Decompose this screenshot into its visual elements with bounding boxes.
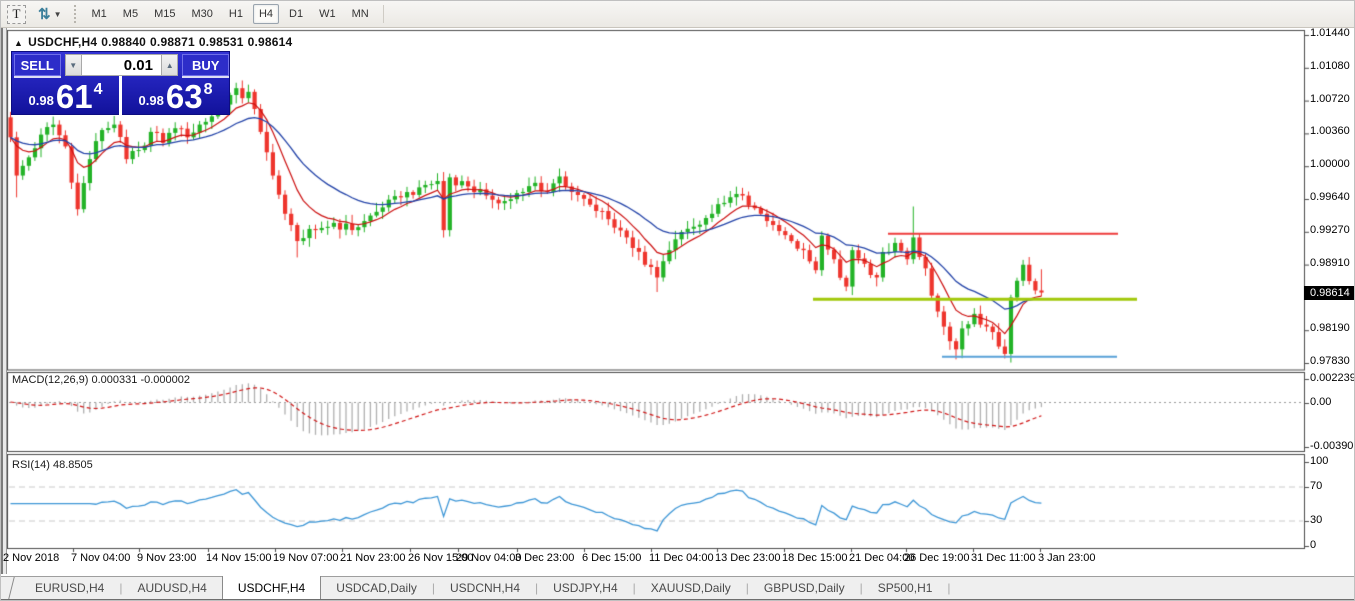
chart-tab-eurusd[interactable]: EURUSD,H4 xyxy=(20,577,119,599)
sell-price-pips: 61 xyxy=(56,80,93,113)
timeframe-bar: M1M5M15M30H1H4D1W1MN xyxy=(84,4,377,24)
toolbar-separator xyxy=(383,5,384,23)
macd-axis-label: 0.00 xyxy=(1310,396,1331,408)
chart-tab-usdcnh[interactable]: USDCNH,H4 xyxy=(435,577,535,599)
rsi-axis-label: 0 xyxy=(1310,539,1316,551)
macd-axis-label: -0.003901 xyxy=(1310,440,1355,452)
cursor-mode-icon[interactable]: ⇅ xyxy=(38,5,51,24)
toolbar-grip xyxy=(74,5,76,23)
buy-price-pips: 63 xyxy=(166,80,203,113)
low-value: 0.98531 xyxy=(199,35,244,49)
date-axis-label: 14 Nov 15:00 xyxy=(206,552,271,564)
timeframe-button-m15[interactable]: M15 xyxy=(148,4,181,24)
price-axis-label: 0.99640 xyxy=(1310,191,1350,203)
date-axis-label: 18 Dec 15:00 xyxy=(782,552,847,564)
sell-price-point: 4 xyxy=(94,81,103,99)
date-axis-label: 3 Jan 23:00 xyxy=(1038,552,1096,564)
date-axis-label: 3 Dec 23:00 xyxy=(515,552,574,564)
symbol-label: USDCHF,H4 xyxy=(28,35,97,49)
buy-button[interactable]: BUY xyxy=(182,54,229,76)
price-axis-label: 1.01440 xyxy=(1310,27,1350,39)
date-axis-label: 6 Dec 15:00 xyxy=(582,552,641,564)
timeframe-button-w1[interactable]: W1 xyxy=(313,4,342,24)
timeframe-button-h1[interactable]: H1 xyxy=(223,4,249,24)
sell-price-base: 0.98 xyxy=(29,93,54,108)
date-axis-label: 21 Nov 23:00 xyxy=(340,552,405,564)
date-axis-label: 7 Nov 04:00 xyxy=(71,552,130,564)
date-axis-label: 11 Dec 04:00 xyxy=(649,552,714,564)
rsi-axis-label: 70 xyxy=(1310,480,1322,492)
timeframe-button-m5[interactable]: M5 xyxy=(117,4,144,24)
timeframe-button-mn[interactable]: MN xyxy=(346,4,375,24)
mt4-terminal: T ⇅ ▼ M1M5M15M30H1H4D1W1MN ▲ USDCHF,H4 0.9… xyxy=(0,0,1355,601)
timeframe-button-m1[interactable]: M1 xyxy=(86,4,113,24)
chart-tab-audusd[interactable]: AUDUSD,H4 xyxy=(122,577,221,599)
chart-title: ▲ USDCHF,H4 0.98840 0.98871 0.98531 0.98614 xyxy=(14,35,296,49)
date-axis-label: 9 Nov 23:00 xyxy=(137,552,196,564)
rsi-axis-label: 30 xyxy=(1310,514,1322,526)
sell-price[interactable]: 0.98 61 4 xyxy=(12,76,119,116)
buy-price-point: 8 xyxy=(204,81,213,99)
chart-window: ▲USDCHF,H40.988400.988710.985310.98614 S… xyxy=(1,28,1355,574)
price-axis-label: 0.99270 xyxy=(1310,224,1350,236)
date-axis-label: 19 Nov 07:00 xyxy=(273,552,338,564)
volume-increase-button[interactable]: ▲ xyxy=(161,54,178,76)
date-axis-label: 26 Dec 19:00 xyxy=(904,552,969,564)
date-axis-label: 29 Nov 04:00 xyxy=(456,552,521,564)
buy-price-base: 0.98 xyxy=(139,93,164,108)
collapse-triangle-icon[interactable]: ▲ xyxy=(14,38,23,48)
macd-axis-label: 0.002239 xyxy=(1310,372,1355,384)
open-value: 0.98840 xyxy=(101,35,146,49)
current-price-tag: 0.98614 xyxy=(1304,286,1354,300)
date-axis-label: 31 Dec 11:00 xyxy=(971,552,1036,564)
chart-tab-usdchf[interactable]: USDCHF,H4 xyxy=(222,576,321,599)
volume-input[interactable] xyxy=(82,54,161,76)
rsi-axis-label: 100 xyxy=(1310,455,1328,467)
price-axis-label: 1.00000 xyxy=(1310,158,1350,170)
sell-button[interactable]: SELL xyxy=(14,54,61,76)
timeframe-button-d1[interactable]: D1 xyxy=(283,4,309,24)
timeframe-button-m30[interactable]: M30 xyxy=(185,4,218,24)
chart-tab-usdcad[interactable]: USDCAD,Daily xyxy=(321,577,432,599)
timeframe-button-h4[interactable]: H4 xyxy=(253,4,279,24)
high-value: 0.98871 xyxy=(150,35,195,49)
buy-price[interactable]: 0.98 63 8 xyxy=(122,76,229,116)
chart-tab-usdjpy[interactable]: USDJPY,H4 xyxy=(538,577,632,599)
chart-tab-xauusd[interactable]: XAUUSD,Daily xyxy=(636,577,746,599)
rsi-label: RSI(14) 48.8505 xyxy=(12,459,93,471)
volume-decrease-button[interactable]: ▼ xyxy=(65,54,82,76)
price-axis-label: 0.98910 xyxy=(1310,257,1350,269)
price-axis-label: 1.01080 xyxy=(1310,60,1350,72)
chart-tab-sp500[interactable]: SP500,H1 xyxy=(863,577,948,599)
date-axis-label: 13 Dec 23:00 xyxy=(715,552,780,564)
close-value: 0.98614 xyxy=(248,35,293,49)
chevron-down-icon[interactable]: ▼ xyxy=(54,10,62,19)
tab-stub xyxy=(0,577,14,599)
tab-separator: | xyxy=(947,577,950,599)
chart-tab-gbpusd[interactable]: GBPUSD,Daily xyxy=(749,577,860,599)
date-axis-label: 2 Nov 2018 xyxy=(3,552,59,564)
chart-toolbar: T ⇅ ▼ M1M5M15M30H1H4D1W1MN xyxy=(1,1,1355,28)
price-axis-label: 1.00360 xyxy=(1310,125,1350,137)
macd-label: MACD(12,26,9) 0.000331 -0.000002 xyxy=(12,374,190,386)
price-axis-label: 0.97830 xyxy=(1310,355,1350,367)
price-axis-label: 1.00720 xyxy=(1310,93,1350,105)
price-axis-label: 0.98190 xyxy=(1310,322,1350,334)
chart-tab-bar: EURUSD,H4 | AUDUSD,H4USDCHF,H4USDCAD,Daily… xyxy=(1,576,1355,601)
text-label-tool-icon[interactable]: T xyxy=(7,5,26,24)
one-click-trading-panel: SELL ▼ ▲ BUY 0.98 61 4 0.98 63 8 xyxy=(11,51,230,115)
